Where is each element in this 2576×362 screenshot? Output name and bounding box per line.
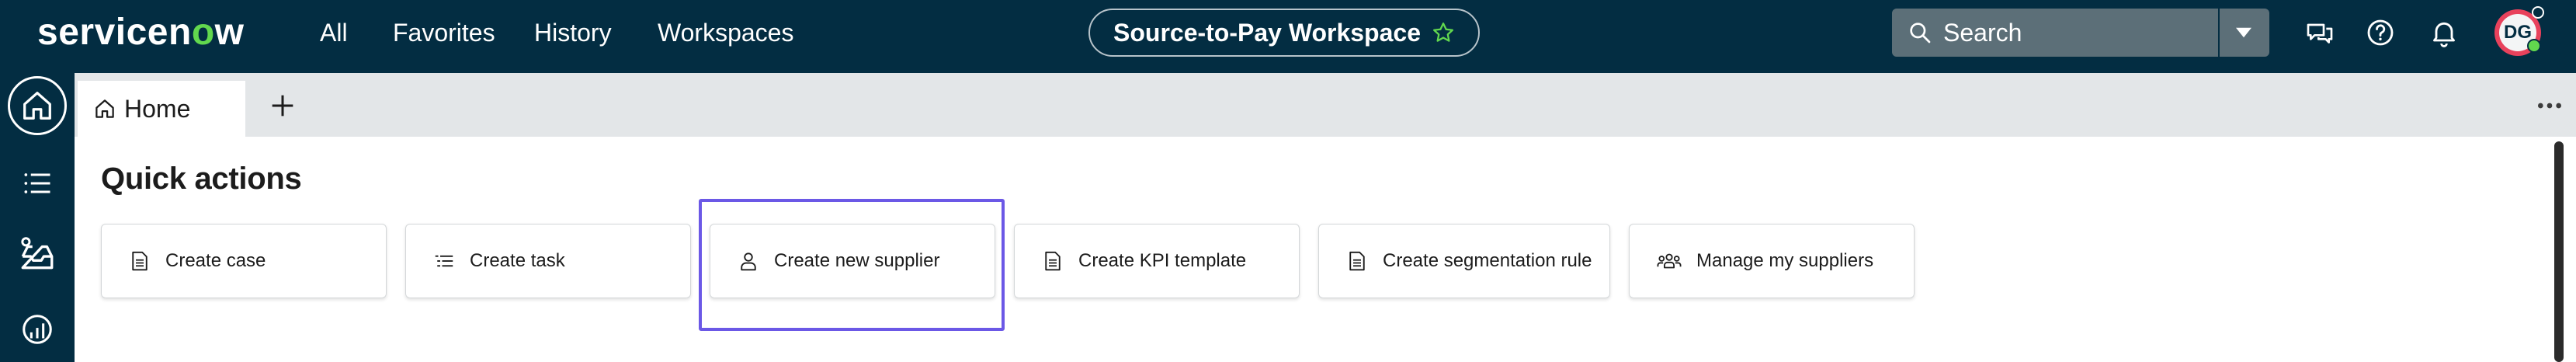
analytics-gauge-icon (23, 315, 52, 344)
quick-action-label: Create case (165, 250, 266, 271)
tab-home-label: Home (124, 94, 191, 123)
help-icon[interactable] (2365, 17, 2396, 48)
more-options-icon[interactable] (2534, 98, 2565, 113)
quick-action-label: Create segmentation rule (1383, 250, 1592, 271)
search-divider (2218, 9, 2220, 57)
quick-actions-title: Quick actions (101, 162, 302, 196)
home-icon (95, 99, 114, 118)
nav-history[interactable]: History (534, 17, 612, 48)
document-icon (1349, 251, 1365, 271)
quick-action-manage-my-suppliers[interactable]: Manage my suppliers (1629, 224, 1915, 298)
add-tab-icon[interactable] (267, 90, 298, 121)
quick-action-label: Create KPI template (1078, 250, 1247, 271)
rail-list-button[interactable] (8, 154, 67, 213)
quick-action-label: Create task (470, 250, 565, 271)
workspace-title: Source-to-Pay Workspace (1113, 18, 1421, 47)
tab-home[interactable]: Home (78, 81, 245, 137)
search-icon (1910, 23, 1931, 44)
document-icon (1045, 251, 1061, 271)
tab-strip: Home (75, 73, 2576, 137)
quick-action-create-case[interactable]: Create case (101, 224, 387, 298)
quick-action-create-task[interactable]: Create task (405, 224, 691, 298)
task-list-icon (435, 255, 453, 267)
nav-workspaces[interactable]: Workspaces (658, 17, 793, 48)
home-icon (23, 92, 51, 120)
chat-icon[interactable] (2304, 17, 2335, 48)
avatar-initials: DG (2504, 22, 2532, 43)
online-status-dot (2527, 39, 2541, 53)
chevron-down-icon[interactable] (2232, 25, 2255, 40)
avatar-notification-ring (2532, 6, 2544, 19)
rail-inbox-button[interactable] (8, 225, 67, 284)
rail-analytics-button[interactable] (8, 300, 67, 359)
user-avatar[interactable]: DG (2494, 6, 2544, 56)
list-icon (24, 173, 50, 193)
people-group-icon (1657, 253, 1682, 269)
rail-home-button[interactable] (8, 76, 67, 135)
workspace-title-pill[interactable]: Source-to-Pay Workspace (1088, 9, 1480, 57)
global-search[interactable]: Search (1892, 9, 2269, 57)
quick-action-create-kpi-template[interactable]: Create KPI template (1014, 224, 1300, 298)
document-icon (132, 251, 148, 271)
quick-action-create-segmentation-rule[interactable]: Create segmentation rule (1318, 224, 1610, 298)
scrollbar-thumb[interactable] (2554, 141, 2564, 362)
notification-bell-icon[interactable] (2428, 17, 2460, 48)
star-icon[interactable] (1432, 21, 1455, 44)
top-navigation-bar: servicenow All Favorites History Workspa… (0, 0, 2576, 73)
selection-highlight (699, 199, 1005, 331)
inbox-icon (21, 237, 54, 270)
side-rail (0, 73, 75, 362)
servicenow-logo[interactable]: servicenow (37, 9, 244, 56)
search-input[interactable]: Search (1943, 17, 2022, 48)
nav-all[interactable]: All (320, 17, 348, 48)
quick-action-label: Manage my suppliers (1696, 250, 1874, 271)
nav-favorites[interactable]: Favorites (393, 17, 495, 48)
